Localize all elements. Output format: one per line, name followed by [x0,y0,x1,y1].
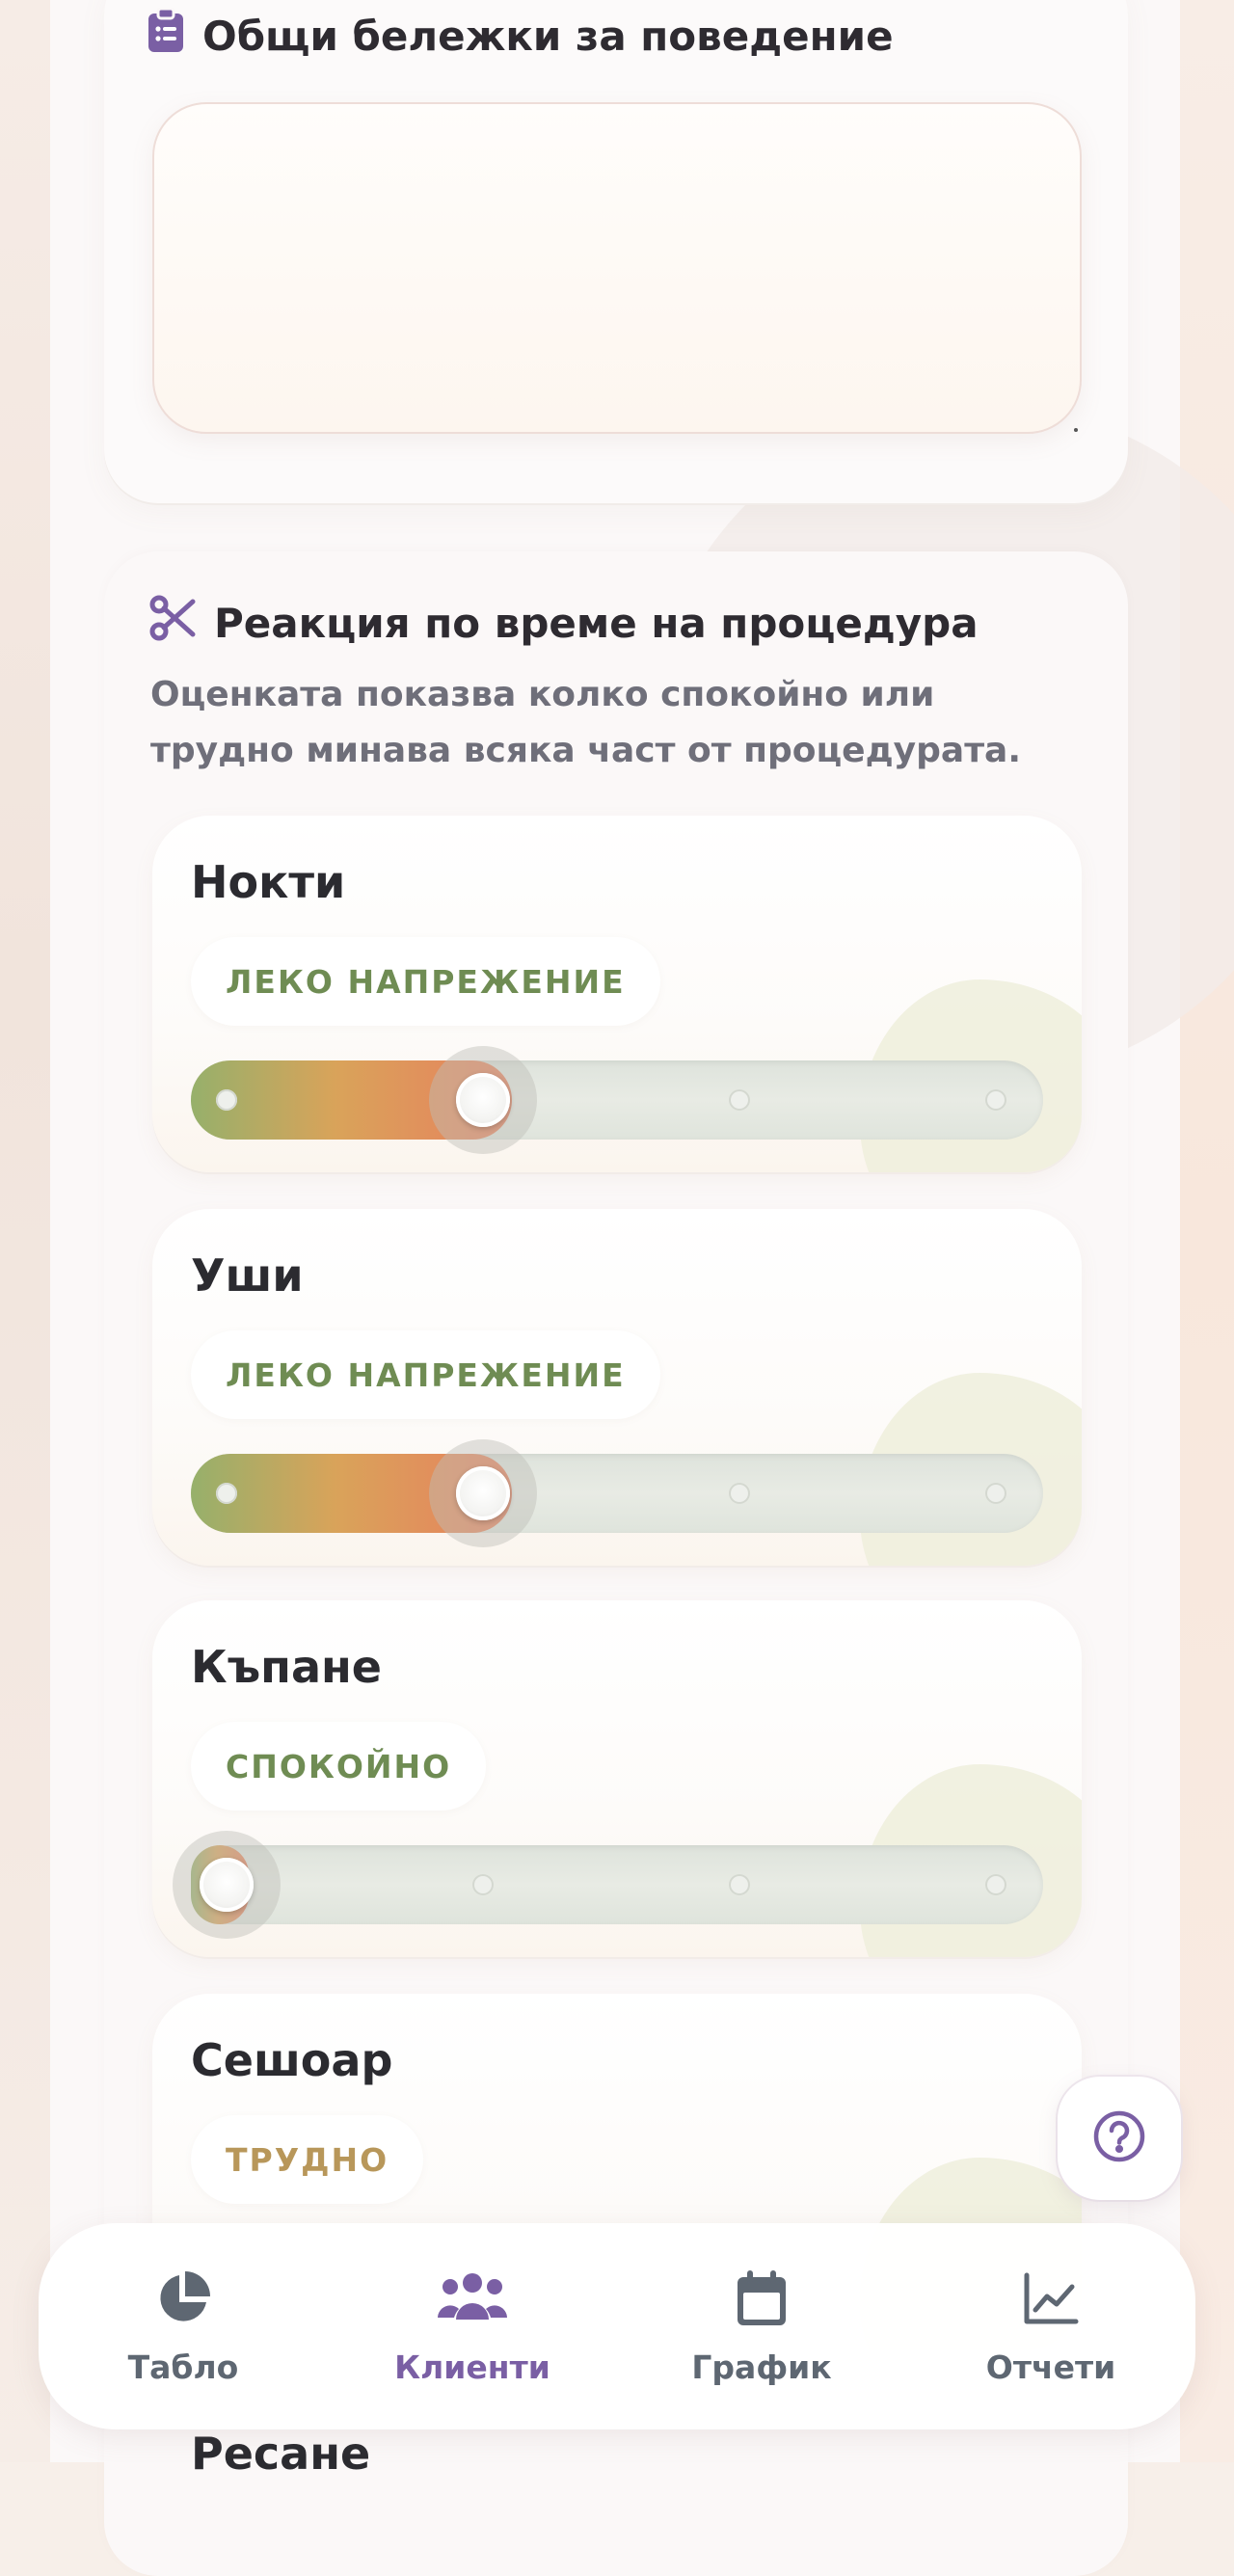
users-icon [437,2269,508,2331]
reaction-level-badge: ТРУДНО [191,2115,424,2204]
procedure-name: Къпане [191,1641,382,1693]
procedure-reaction-title: Реакция по време на процедура [148,594,979,652]
clipboard-list-icon [147,7,185,64]
slider-thumb[interactable] [456,1466,510,1520]
nav-schedule-label: График [691,2348,832,2386]
procedure-card: Уши ЛЕКО НАПРЕЖЕНИЕ [152,1209,1082,1566]
reaction-level-badge: ЛЕКО НАПРЕЖЕНИЕ [191,1330,660,1419]
line-chart-icon [1022,2269,1080,2331]
behavior-notes-title-text: Общи бележки за поведение [202,12,894,60]
procedure-reaction-subtitle: Оценката показва колко спокойно или труд… [150,675,1022,770]
procedure-card: Къпане СПОКОЙНО [152,1600,1082,1957]
nav-clients[interactable]: Клиенти [328,2223,617,2429]
nav-dashboard-label: Табло [127,2348,239,2386]
nav-reports[interactable]: Отчети [906,2223,1195,2429]
slider-step-dot[interactable] [729,1089,750,1111]
behavior-notes-title: Общи бележки за поведение [147,7,894,64]
reaction-slider[interactable] [173,1831,1043,1939]
procedure-reaction-title-text: Реакция по време на процедура [214,599,979,647]
question-circle-icon [1092,2109,1146,2167]
procedure-card: Нокти ЛЕКО НАПРЕЖЕНИЕ [152,816,1082,1172]
slider-step-dot[interactable] [216,1089,237,1111]
procedure-name: Сешоар [191,2034,393,2086]
slider-step-dot[interactable] [729,1874,750,1895]
nav-schedule[interactable]: График [617,2223,906,2429]
slider-step-dot[interactable] [985,1874,1006,1895]
behavior-notes-textarea[interactable] [152,102,1082,434]
reaction-slider[interactable] [191,1439,1043,1547]
procedure-name: Уши [191,1249,304,1301]
textarea-resize-handle[interactable] [1074,428,1078,432]
reaction-level-badge: ЛЕКО НАПРЕЖЕНИЕ [191,937,660,1026]
help-button[interactable] [1058,2077,1181,2200]
scissors-icon [148,594,197,652]
slider-step-dot[interactable] [985,1483,1006,1504]
slider-step-dot[interactable] [729,1483,750,1504]
slider-step-dot[interactable] [216,1483,237,1504]
pie-chart-icon [154,2269,212,2331]
bottom-navigation: Табло Клиенти График Отчети [39,2223,1195,2429]
calendar-icon [736,2269,788,2331]
procedure-name: Нокти [191,856,346,908]
nav-dashboard[interactable]: Табло [39,2223,328,2429]
procedure-name-peek: Ресане [191,2428,371,2480]
reaction-level-badge: СПОКОЙНО [191,1722,487,1811]
slider-thumb[interactable] [200,1858,254,1912]
slider-thumb[interactable] [456,1073,510,1127]
reaction-slider[interactable] [191,1046,1043,1154]
nav-clients-label: Клиенти [394,2348,550,2386]
slider-step-dot[interactable] [985,1089,1006,1111]
slider-step-dot[interactable] [472,1874,494,1895]
nav-reports-label: Отчети [985,2348,1116,2386]
